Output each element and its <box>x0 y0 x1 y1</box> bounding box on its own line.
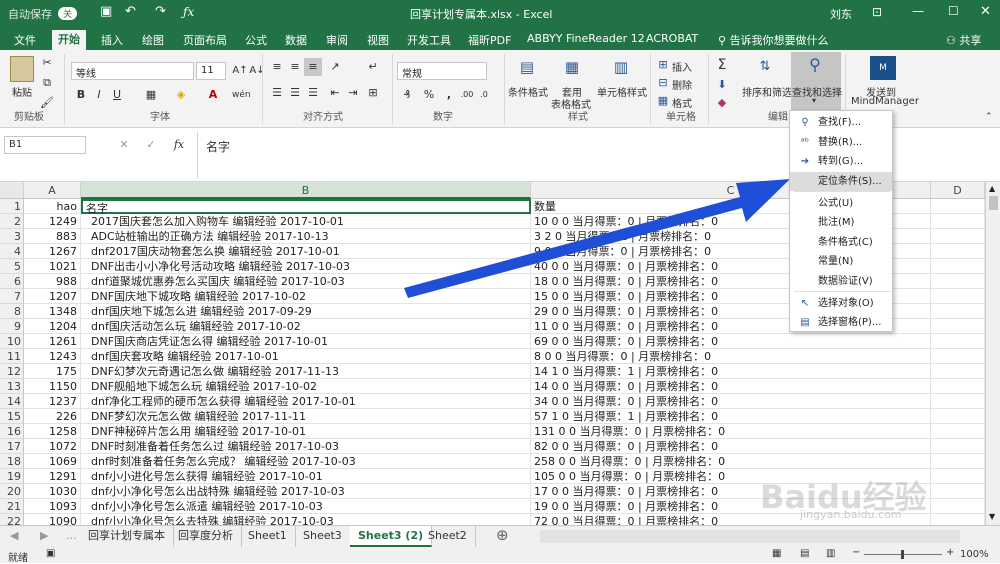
menu-item-label: 查找(F)... <box>818 117 862 128</box>
menu-item-label: 批注(M) <box>818 217 855 228</box>
sheet-tab[interactable]: Sheet1 <box>240 526 296 547</box>
zoom-level[interactable]: 100% <box>960 549 989 560</box>
menu-item[interactable]: 公式(U) <box>790 194 892 213</box>
menu-item-label: 替换(R)... <box>818 137 863 148</box>
menu-item-label: 条件格式(C) <box>818 237 873 248</box>
sheet-tab[interactable]: Sheet2 <box>420 526 476 547</box>
zoom-out-icon[interactable]: − <box>852 547 860 558</box>
menu-item-label: 定位条件(S)... <box>818 176 882 187</box>
menu-item[interactable]: 常量(N) <box>790 252 892 271</box>
replace-icon: ᵃᵇ <box>800 137 810 148</box>
pointer-icon: ↖ <box>800 298 810 309</box>
sheet-tab[interactable]: Sheet3 <box>295 526 351 547</box>
status-ready: 就绪 <box>8 553 28 564</box>
pane-icon: ▤ <box>800 317 810 328</box>
add-sheet-icon[interactable]: ⊕ <box>496 526 509 544</box>
zoom-in-icon[interactable]: + <box>946 547 954 558</box>
search-icon: ⚲ <box>801 117 809 128</box>
menu-item[interactable]: ↖ 选择对象(O) <box>790 294 892 313</box>
menu-item[interactable]: 数据验证(V) <box>790 272 892 291</box>
next-sheet-icon[interactable]: ▶ <box>40 529 48 542</box>
goto-arrow-icon: ➔ <box>800 156 810 167</box>
menu-item[interactable]: 条件格式(C) <box>790 233 892 252</box>
sheet-tab[interactable]: 回享计划专属本 <box>80 526 174 547</box>
find-select-menu: ⚲ 查找(F)... ᵃᵇ 替换(R)... ➔ 转到(G)... 定位条件(S)... 公式… <box>789 110 893 332</box>
arrow-shape <box>404 179 790 298</box>
menu-item-label: 选择对象(O) <box>818 298 874 309</box>
page-break-view-icon[interactable]: ▥ <box>826 548 835 559</box>
macro-record-icon[interactable]: ▣ <box>46 548 55 559</box>
menu-item-label: 选择窗格(P)... <box>818 317 882 328</box>
menu-item[interactable]: ⚲ 查找(F)... <box>790 113 892 132</box>
sheet-tabs-bar: ◀ ▶ … 回享计划专属本 回享度分析 Sheet1 Sheet3 Sheet3… <box>0 525 1000 547</box>
menu-item-label: 公式(U) <box>818 198 854 209</box>
prev-sheet-icon[interactable]: ◀ <box>10 529 18 542</box>
menu-item[interactable]: ▤ 选择窗格(P)... <box>790 313 892 332</box>
menu-item-label: 常量(N) <box>818 256 854 267</box>
menu-separator <box>794 291 890 292</box>
menu-item[interactable]: 定位条件(S)... <box>790 172 892 191</box>
horizontal-scrollbar[interactable] <box>540 530 960 543</box>
zoom-slider-thumb[interactable] <box>901 550 904 559</box>
watermark-url: jingyan.baidu.com <box>800 508 902 521</box>
sheet-tab[interactable]: 回享度分析 <box>170 526 242 547</box>
menu-item[interactable]: 批注(M) <box>790 213 892 232</box>
menu-item-label: 数据验证(V) <box>818 276 873 287</box>
menu-item[interactable]: ᵃᵇ 替换(R)... <box>790 133 892 152</box>
menu-item[interactable]: ➔ 转到(G)... <box>790 152 892 171</box>
normal-view-icon[interactable]: ▦ <box>772 548 781 559</box>
status-bar: 就绪 ▣ ▦ ▤ ▥ − + 100% <box>0 547 1000 564</box>
more-sheets-icon[interactable]: … <box>66 529 77 542</box>
menu-separator <box>794 191 890 192</box>
menu-item-label: 转到(G)... <box>818 156 864 167</box>
page-layout-view-icon[interactable]: ▤ <box>800 548 809 559</box>
